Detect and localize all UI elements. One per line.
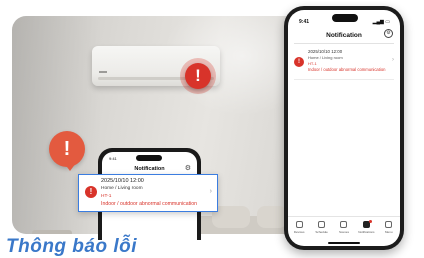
divider [294, 79, 394, 80]
notification-location: Home / Living room [101, 186, 143, 191]
error-code: HT-1 [101, 194, 112, 199]
phone-notch [332, 14, 358, 22]
notification-date: 2025/10/10 12:00 [308, 49, 343, 54]
notification-popup[interactable]: ! 2025/10/10 12:00 Home / Living room HT… [78, 174, 218, 212]
large-phone-screen: 9:41 ▂▄▆ ▭ Notification ⚙ ! 2025/10/10 1… [288, 10, 400, 246]
bottom-nav: Devices Schedule Scenes Notifications Me… [288, 216, 400, 240]
chevron-right-icon: › [392, 57, 394, 63]
home-indicator [328, 242, 360, 244]
error-message: Indoor / outdoor abnormal communication [101, 201, 198, 207]
notification-location: Home / Living room [308, 55, 343, 60]
nav-label: Scenes [338, 230, 349, 234]
pillow [257, 206, 287, 228]
nav-label: Devices [293, 230, 305, 234]
scenes-icon [340, 221, 348, 228]
ac-badge [99, 71, 107, 73]
phone-notch [136, 155, 162, 161]
hero-scene: ! ! 9:41 Notification ⚙ ! 2025/10/10 12:… [0, 0, 424, 257]
chevron-right-icon: › [209, 188, 212, 195]
gear-icon[interactable]: ⚙ [384, 29, 393, 38]
devices-icon [295, 221, 303, 228]
nav-item-devices[interactable]: Devices [290, 221, 308, 240]
table-edge [32, 230, 72, 234]
nav-item-menu[interactable]: Menu [380, 221, 398, 240]
notification-date: 2025/10/10 12:00 [101, 178, 144, 184]
gear-icon[interactable]: ⚙ [185, 164, 191, 172]
signal-battery-icon: ▂▄▆ ▭ [372, 19, 390, 25]
error-code: HT-1 [308, 61, 317, 66]
nav-label: Menu [384, 230, 393, 234]
error-message: Indoor / outdoor abnormal communication [308, 67, 386, 72]
schedule-icon [318, 221, 326, 228]
notification-list-item[interactable]: ! 2025/10/10 12:00 Home / Living room HT… [294, 46, 394, 78]
nav-item-schedule[interactable]: Schedule [313, 221, 331, 240]
screen-title: Notification [134, 166, 165, 172]
nav-label: Notifications [358, 230, 375, 234]
alert-speech-bubble-icon: ! [49, 131, 85, 171]
large-phone: 9:41 ▂▄▆ ▭ Notification ⚙ ! 2025/10/10 1… [284, 6, 404, 250]
nav-item-scenes[interactable]: Scenes [335, 221, 353, 240]
unread-dot [369, 220, 373, 223]
divider [294, 43, 394, 44]
error-icon: ! [294, 57, 304, 67]
menu-icon [385, 221, 393, 228]
status-time: 9:41 [299, 19, 310, 25]
error-icon: ! [85, 186, 97, 198]
status-time: 9:41 [109, 156, 117, 161]
nav-item-notifications[interactable]: Notifications [357, 220, 375, 240]
ac-alert-icon: ! [185, 63, 211, 89]
nav-label: Schedule [315, 230, 328, 234]
caption-title: Thông báo lỗi [6, 236, 138, 257]
